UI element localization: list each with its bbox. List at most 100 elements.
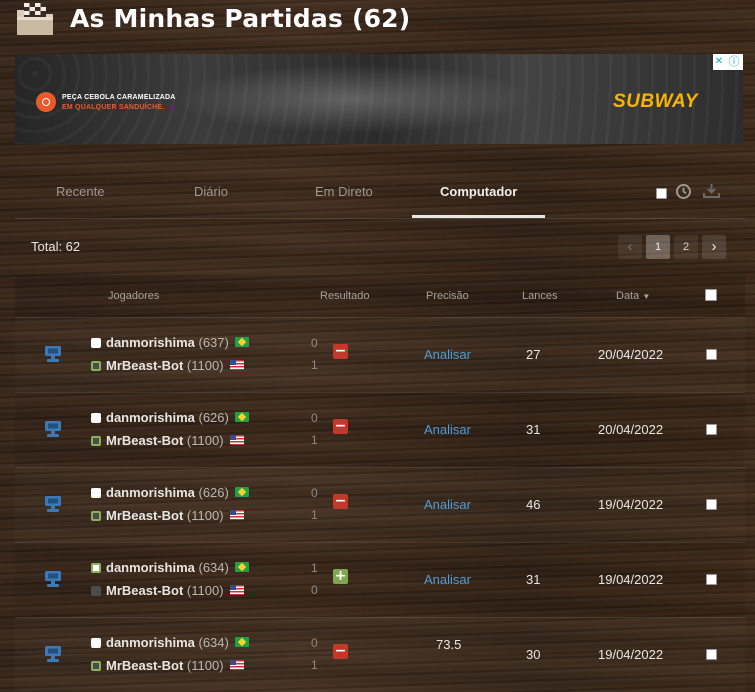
analyze-link[interactable]: Analisar — [424, 497, 471, 512]
player-name[interactable]: danmorishima — [106, 335, 195, 350]
player-name[interactable]: danmorishima — [106, 560, 195, 575]
player-name[interactable]: danmorishima — [106, 635, 195, 650]
computer-icon — [45, 346, 61, 362]
white-player[interactable]: danmorishima (634) — [91, 635, 249, 650]
advertisement-banner[interactable]: PEÇA CEBOLA CARAMELIZADA EM QUALQUER SAN… — [15, 54, 743, 144]
computer-icon — [45, 646, 61, 662]
tab-computer[interactable]: Computador — [440, 184, 517, 199]
black-player[interactable]: MrBeast-Bot (1100) — [91, 508, 244, 523]
black-piece-icon — [91, 586, 101, 596]
download-icon[interactable] — [703, 183, 720, 199]
white-score: 0 — [311, 411, 318, 425]
table-row[interactable]: danmorishima (634) MrBeast-Bot (1100) 1 … — [15, 542, 745, 617]
game-date: 19/04/2022 — [598, 572, 664, 587]
game-date: 19/04/2022 — [598, 497, 664, 512]
loss-icon: − — [333, 643, 348, 659]
row-checkbox[interactable] — [706, 424, 717, 435]
table-row[interactable]: danmorishima (637) MrBeast-Bot (1100) 0 … — [15, 317, 745, 392]
white-piece-icon — [91, 488, 101, 498]
column-result: Resultado — [320, 290, 370, 302]
usa-flag-icon — [229, 360, 244, 370]
white-score: 0 — [311, 486, 318, 500]
black-player[interactable]: MrBeast-Bot (1100) — [91, 358, 244, 373]
usa-flag-icon — [229, 660, 244, 670]
table-row[interactable]: danmorishima (626) MrBeast-Bot (1100) 0 … — [15, 392, 745, 467]
analyze-link[interactable]: Analisar — [424, 347, 471, 362]
white-player[interactable]: danmorishima (626) — [91, 485, 249, 500]
player-rating: (1100) — [186, 508, 224, 523]
player-rating: (626) — [198, 410, 229, 425]
game-date: 20/04/2022 — [598, 347, 664, 362]
usa-flag-icon — [229, 510, 244, 520]
accuracy-value[interactable]: 73.5 — [436, 637, 461, 652]
page-2-button[interactable]: 2 — [674, 235, 698, 259]
ad-close-icon[interactable]: ✕ — [713, 54, 725, 70]
white-piece-icon — [91, 638, 101, 648]
clock-icon[interactable] — [675, 183, 692, 200]
tab-live[interactable]: Em Direto — [315, 184, 373, 199]
column-accuracy: Precisão — [426, 290, 469, 302]
row-checkbox[interactable] — [706, 349, 717, 360]
player-name[interactable]: MrBeast-Bot — [106, 583, 183, 598]
row-checkbox[interactable] — [706, 649, 717, 660]
white-score: 0 — [311, 636, 318, 650]
tab-recent[interactable]: Recente — [56, 184, 104, 199]
page-title: As Minhas Partidas (62) — [70, 4, 411, 33]
games-total: Total: 62 — [31, 239, 81, 254]
column-moves: Lances — [522, 290, 558, 302]
subway-logo: SUBWAY — [613, 91, 698, 113]
sort-down-icon: ▼ — [642, 292, 651, 301]
ad-headline: PEÇA CEBOLA CARAMELIZADA — [62, 94, 176, 101]
white-piece-icon — [91, 338, 101, 348]
loss-icon: − — [333, 493, 348, 509]
black-score: 1 — [311, 658, 318, 672]
ad-choices-icon[interactable]: ⓘ — [725, 54, 743, 70]
table-header: Jogadores Resultado Precisão Lances Data… — [15, 275, 745, 317]
black-player[interactable]: MrBeast-Bot (1100) — [91, 433, 244, 448]
column-players: Jogadores — [108, 290, 160, 302]
page-header: As Minhas Partidas (62) — [0, 0, 755, 44]
usa-flag-icon — [229, 585, 244, 595]
prev-page-button[interactable]: ‹ — [618, 235, 642, 259]
player-name[interactable]: danmorishima — [106, 485, 195, 500]
table-row[interactable]: danmorishima (634) MrBeast-Bot (1100) 0 … — [15, 617, 745, 692]
row-checkbox[interactable] — [706, 574, 717, 585]
player-rating: (1100) — [186, 433, 224, 448]
next-page-button[interactable]: › — [702, 235, 726, 259]
black-player[interactable]: MrBeast-Bot (1100) — [91, 583, 244, 598]
page-1-button[interactable]: 1 — [646, 235, 670, 259]
column-date[interactable]: Data ▼ — [616, 290, 650, 302]
winner-piece-icon — [91, 563, 101, 573]
player-rating: (1100) — [186, 358, 224, 373]
ad-subheadline: EM QUALQUER SANDUÍCHE. — [62, 104, 165, 111]
player-name[interactable]: MrBeast-Bot — [106, 358, 183, 373]
winner-piece-icon — [91, 511, 101, 521]
white-piece-icon — [91, 413, 101, 423]
ad-highlight — [175, 64, 535, 134]
player-name[interactable]: MrBeast-Bot — [106, 658, 183, 673]
select-all-checkbox[interactable] — [656, 188, 667, 199]
analyze-link[interactable]: Analisar — [424, 422, 471, 437]
brazil-flag-icon — [234, 637, 249, 647]
black-player[interactable]: MrBeast-Bot (1100) — [91, 658, 244, 673]
white-player[interactable]: danmorishima (626) — [91, 410, 249, 425]
table-row[interactable]: danmorishima (626) MrBeast-Bot (1100) 0 … — [15, 467, 745, 542]
row-checkbox[interactable] — [706, 499, 717, 510]
computer-icon — [45, 421, 61, 437]
games-panel: Recente Diário Em Direto Computador Tota… — [15, 163, 745, 673]
player-name[interactable]: danmorishima — [106, 410, 195, 425]
computer-icon — [45, 496, 61, 512]
game-date: 20/04/2022 — [598, 422, 664, 437]
player-name[interactable]: MrBeast-Bot — [106, 433, 183, 448]
header-select-checkbox[interactable] — [705, 289, 717, 301]
white-player[interactable]: danmorishima (637) — [91, 335, 249, 350]
brazil-flag-icon — [234, 487, 249, 497]
moves-count: 46 — [526, 497, 541, 512]
analyze-link[interactable]: Analisar — [424, 572, 471, 587]
win-icon: + — [333, 568, 348, 584]
black-score: 1 — [311, 508, 318, 522]
ad-onion-icon — [36, 92, 56, 112]
white-player[interactable]: danmorishima (634) — [91, 560, 249, 575]
tab-daily[interactable]: Diário — [194, 184, 228, 199]
player-name[interactable]: MrBeast-Bot — [106, 508, 183, 523]
